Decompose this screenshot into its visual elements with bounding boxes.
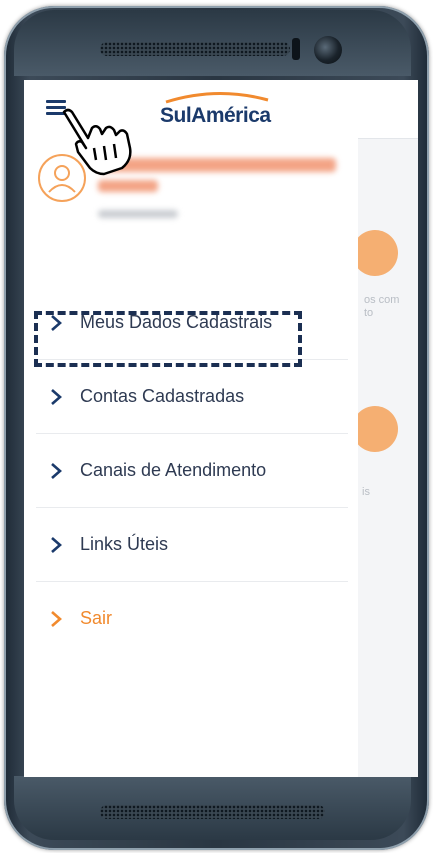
earpiece-speaker (100, 42, 290, 56)
background-action-circle (352, 406, 398, 452)
background-action-circle (352, 230, 398, 276)
menu-item-contas-cadastradas[interactable]: Contas Cadastradas (36, 360, 348, 434)
navigation-drawer: Meus Dados Cadastrais Contas Cadastradas… (24, 138, 358, 777)
sulamerica-logo: SulAmérica (152, 90, 292, 130)
background-content: os com to is (352, 138, 418, 777)
chevron-right-icon (51, 462, 62, 479)
front-camera (314, 36, 342, 64)
background-text: to (364, 307, 374, 319)
logo-swoosh (165, 91, 269, 104)
menu-item-label: Canais de Atendimento (80, 460, 267, 480)
phone-screen: os com to is SulAmérica Meus Dados Cadas… (24, 80, 418, 777)
chevron-right-icon (51, 610, 62, 627)
menu-item-label: Contas Cadastradas (80, 386, 245, 406)
menu-item-label: Sair (80, 608, 113, 628)
logo-text: SulAmérica (160, 104, 271, 127)
highlight-box (34, 311, 302, 367)
background-text: os com (364, 294, 400, 306)
proximity-sensor (292, 38, 300, 60)
bottom-speaker (100, 805, 325, 819)
user-name-redacted-2 (98, 180, 158, 192)
user-id-redacted (98, 210, 178, 218)
menu-item-links-uteis[interactable]: Links Úteis (36, 508, 348, 582)
chevron-right-icon (51, 536, 62, 553)
menu-item-sair[interactable]: Sair (36, 582, 348, 655)
menu-item-label: Links Úteis (80, 534, 169, 554)
menu-item-canais-atendimento[interactable]: Canais de Atendimento (36, 434, 348, 508)
background-text: is (362, 486, 370, 498)
chevron-right-icon (51, 388, 62, 405)
hand-pointer-icon (62, 108, 132, 176)
